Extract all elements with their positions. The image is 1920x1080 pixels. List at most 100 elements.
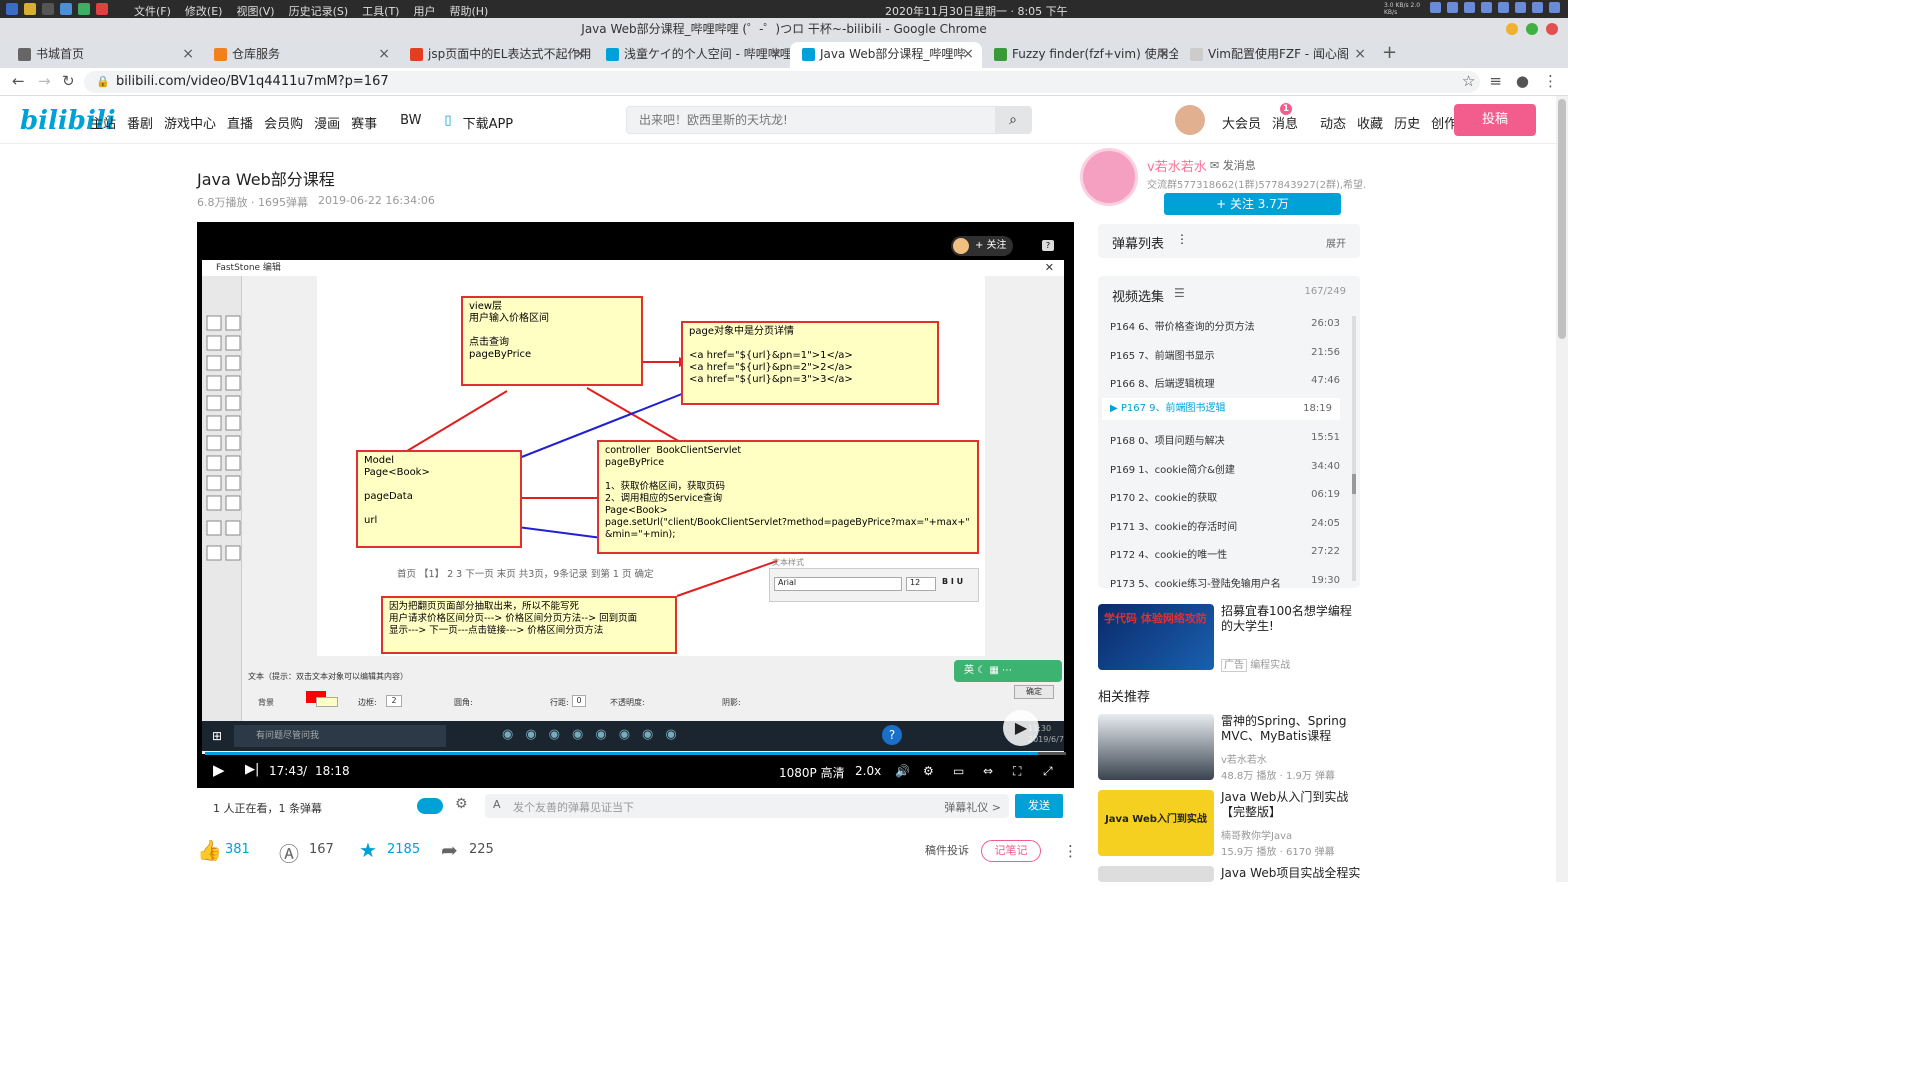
- tray-icon[interactable]: [1515, 2, 1526, 13]
- menu-help[interactable]: 帮助(H): [449, 3, 488, 19]
- quality-selector[interactable]: 1080P 高清: [779, 764, 845, 781]
- fullscreen-icon[interactable]: ⤢: [1043, 764, 1053, 779]
- tab[interactable]: jsp页面中的EL表达式不起作用 ×: [398, 42, 594, 68]
- playlist-scroll-thumb[interactable]: [1352, 474, 1356, 494]
- nav-home[interactable]: 主站: [90, 113, 116, 132]
- tray-icon[interactable]: [1532, 2, 1543, 13]
- back-icon[interactable]: ←: [12, 72, 25, 90]
- tab[interactable]: Vim配置使用FZF - 闻心阁 ×: [1178, 42, 1374, 68]
- tab[interactable]: 仓库服务 ×: [202, 42, 398, 68]
- menu-file[interactable]: 文件(F): [134, 3, 171, 19]
- like-icon[interactable]: 👍: [197, 838, 222, 862]
- list-item[interactable]: P173 5、cookie练习-登陆免输用户名 19:30: [1110, 575, 1340, 590]
- uploader-name[interactable]: v若水若水: [1147, 156, 1207, 175]
- tab[interactable]: Fuzzy finder(fzf+vim) 使用全指 ×: [982, 42, 1178, 68]
- close-button[interactable]: [1546, 23, 1558, 35]
- nav-favorites[interactable]: 收藏: [1357, 113, 1383, 132]
- next-icon[interactable]: ▶|: [245, 762, 259, 777]
- menu-view[interactable]: 视图(V): [236, 3, 274, 19]
- media-icon[interactable]: ≡: [1489, 72, 1502, 90]
- tab-close-icon[interactable]: ×: [962, 42, 974, 66]
- related-item[interactable]: Java Web入门到实战 Java Web从入门到实战【完整版】 楠哥教你学J…: [1098, 790, 1360, 858]
- nav-manga[interactable]: 漫画: [314, 113, 340, 132]
- nav-game-center[interactable]: 游戏中心: [164, 113, 216, 132]
- url-field[interactable]: 🔒 bilibili.com/video/BV1q4411u7mM?p=167: [84, 71, 1480, 93]
- play-icon[interactable]: ▶: [213, 761, 225, 779]
- send-button[interactable]: 发送: [1015, 794, 1063, 818]
- list-item[interactable]: P172 4、cookie的唯一性 27:22: [1110, 546, 1340, 561]
- danmaku-input[interactable]: A 发个友善的弹幕见证当下 弹幕礼仪 >: [485, 794, 1009, 818]
- danmaku-list-panel[interactable]: 弹幕列表 ⋮ 展开: [1098, 224, 1360, 258]
- list-item[interactable]: P169 1、cookie简介&创建 34:40: [1110, 461, 1340, 476]
- tray-icon[interactable]: [1464, 2, 1475, 13]
- overlay-follow-button[interactable]: + 关注: [951, 236, 1013, 256]
- expand-link[interactable]: 展开: [1326, 235, 1346, 250]
- settings-icon[interactable]: ⚙: [923, 764, 934, 778]
- forward-icon[interactable]: →: [38, 72, 51, 90]
- ad-item[interactable]: 学代码 体验网络攻防 招募宜春100名想学编程的大学生! 广告 编程实战: [1098, 604, 1360, 672]
- search-icon[interactable]: ⌕: [995, 107, 1031, 133]
- tray-icon[interactable]: [1447, 2, 1458, 13]
- tab[interactable]: 浅童ケイ的个人空间 - 哔哩哔哩 ×: [594, 42, 790, 68]
- list-item[interactable]: P170 2、cookie的获取 06:19: [1110, 489, 1340, 504]
- follow-button[interactable]: + 关注 3.7万: [1164, 193, 1341, 215]
- page-scroll-thumb[interactable]: [1558, 99, 1566, 339]
- pip-icon[interactable]: ▭: [953, 764, 964, 778]
- menu-history[interactable]: 历史记录(S): [289, 3, 349, 19]
- list-item[interactable]: P168 0、项目问题与解决 15:51: [1110, 432, 1340, 447]
- nav-download-app[interactable]: 下载APP: [463, 113, 514, 132]
- etiquette-link[interactable]: 弹幕礼仪 >: [944, 799, 1001, 815]
- uploader-avatar[interactable]: [1080, 148, 1138, 206]
- report-link[interactable]: 稿件投诉: [925, 842, 969, 858]
- avatar[interactable]: [1175, 105, 1205, 135]
- upload-button[interactable]: 投稿: [1454, 104, 1536, 136]
- chrome-icon[interactable]: [96, 3, 108, 15]
- app-icon[interactable]: [24, 3, 36, 15]
- tray-icon[interactable]: [1430, 2, 1441, 13]
- bookmark-star-icon[interactable]: ☆: [1462, 72, 1475, 90]
- menu-edit[interactable]: 修改(E): [185, 3, 223, 19]
- favorite-icon[interactable]: ★: [359, 838, 377, 862]
- new-tab-icon[interactable]: +: [1382, 42, 1397, 63]
- list-item-active[interactable]: ▶ P167 9、前端图书逻辑 18:19: [1102, 398, 1340, 420]
- nav-dynamics[interactable]: 动态: [1320, 113, 1346, 132]
- list-item[interactable]: P165 7、前端图书显示 21:56: [1110, 347, 1340, 362]
- nav-history[interactable]: 历史: [1394, 113, 1420, 132]
- help-icon[interactable]: ?: [1042, 240, 1054, 251]
- tab-close-icon[interactable]: ×: [770, 42, 782, 66]
- tray-icon[interactable]: [1481, 2, 1492, 13]
- progress-bar[interactable]: [205, 752, 1066, 755]
- app-icon[interactable]: [42, 3, 54, 15]
- tab-close-icon[interactable]: ×: [574, 42, 586, 66]
- nav-shop[interactable]: 会员购: [264, 113, 303, 132]
- tab[interactable]: 书城首页 ×: [6, 42, 202, 68]
- mini-play-icon[interactable]: ▶: [1003, 710, 1039, 746]
- nav-anime[interactable]: 番剧: [127, 113, 153, 132]
- note-button[interactable]: 记笔记: [981, 840, 1041, 862]
- related-item[interactable]: Java Web项目实战全程实: [1098, 866, 1360, 886]
- list-item[interactable]: P166 8、后端逻辑梳理 47:46: [1110, 375, 1340, 390]
- tab-close-icon[interactable]: ×: [1158, 42, 1170, 66]
- app-icon[interactable]: [60, 3, 72, 15]
- danmaku-toggle[interactable]: [417, 798, 443, 814]
- tray-icon[interactable]: [1498, 2, 1509, 13]
- nav-vip[interactable]: 大会员: [1222, 113, 1261, 132]
- app-icon[interactable]: [78, 3, 90, 15]
- webfullscreen-icon[interactable]: ⛶: [1013, 764, 1021, 779]
- playlist-scrollbar[interactable]: [1352, 316, 1356, 581]
- menu-tools[interactable]: 工具(T): [362, 3, 399, 19]
- tab-close-icon[interactable]: ×: [378, 42, 390, 66]
- profile-icon[interactable]: ●: [1516, 72, 1529, 90]
- tab-close-icon[interactable]: ×: [1354, 42, 1366, 66]
- danmaku-settings-icon[interactable]: ⚙: [455, 796, 468, 812]
- nav-esports[interactable]: 赛事: [351, 113, 377, 132]
- maximize-button[interactable]: [1526, 23, 1538, 35]
- send-message-link[interactable]: ✉ 发消息: [1210, 157, 1256, 173]
- menu-user[interactable]: 用户: [413, 3, 435, 19]
- nav-live[interactable]: 直播: [227, 113, 253, 132]
- page-scrollbar[interactable]: [1556, 96, 1568, 882]
- reload-icon[interactable]: ↻: [62, 72, 75, 90]
- search-input[interactable]: [627, 107, 987, 133]
- list-item[interactable]: P171 3、cookie的存活时间 24:05: [1110, 518, 1340, 533]
- browser-menu-icon[interactable]: ⋮: [1543, 72, 1558, 90]
